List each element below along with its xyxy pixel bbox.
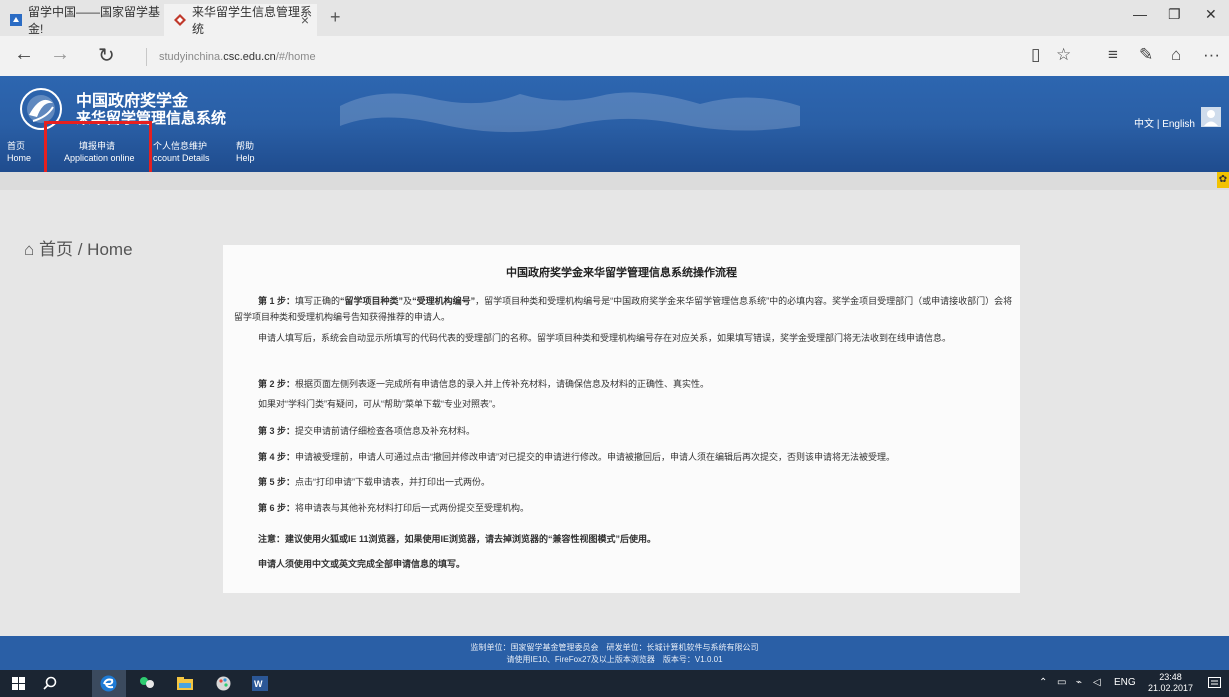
step-2: 第 2 步：根据页面左侧列表逐一完成所有申请信息的录入并上传补充材料，请确保信息… — [234, 376, 1018, 392]
breadcrumb: ⌂ 首页 / Home — [24, 235, 133, 260]
url-path: /#/home — [275, 51, 316, 63]
step-5: 第 5 步：点击“打印申请”下载申请表，并打印出一式两份。 — [234, 474, 1018, 490]
tab-close-icon[interactable]: × — [301, 12, 309, 28]
step-2-extra: 如果对“学科门类”有疑问，可从“帮助”菜单下载“专业对照表”。 — [258, 399, 501, 409]
network-icon[interactable]: ▭ — [1057, 677, 1066, 688]
nav-home[interactable]: 首页 Home — [7, 140, 31, 164]
step-6: 第 6 步：将申请表与其他补充材料打印后一式两份提交至受理机构。 — [234, 500, 1018, 516]
nav-account-details[interactable]: 个人信息维护 ccount Details — [153, 140, 210, 164]
step-2-text: 根据页面左侧列表逐一完成所有申请信息的录入并上传补充材料，请确保信息及材料的正确… — [295, 379, 710, 389]
tab-label: 来华留学生信息管理系统 — [192, 5, 313, 36]
restore-button[interactable]: ❐ — [1168, 6, 1181, 23]
step-5-lead: 第 5 步： — [258, 477, 296, 487]
nav-help-zh: 帮助 — [236, 141, 255, 151]
settings-gear-icon[interactable]: ✿ — [1217, 172, 1229, 188]
nav-account-zh: 个人信息维护 — [153, 141, 208, 151]
home-icon: ⌂ — [24, 240, 35, 259]
language-note-text: 申请人须使用中文或英文完成全部申请信息的填写。 — [258, 559, 466, 569]
language-switch[interactable]: 中文 | English — [1134, 115, 1195, 130]
nav-home-en: Home — [7, 153, 32, 163]
browser-note: 注意：建议使用火狐或IE 11浏览器，如果使用IE浏览器，请去掉浏览器的“兼容性… — [234, 531, 1018, 547]
world-map-decoration — [340, 92, 800, 133]
more-icon[interactable]: ··· — [1203, 45, 1220, 65]
browser-tab-bar: 留学中国——国家留学基金! 来华留学生信息管理系统 × + — ❐ ✕ — [0, 0, 1229, 36]
nav-help[interactable]: 帮助 Help — [236, 140, 255, 164]
site-header: 中国政府奖学金 来华留学管理信息系统 中文 | English 首页 Home … — [0, 76, 1229, 172]
power-icon[interactable]: ⌁ — [1076, 677, 1082, 688]
show-hidden-icons-icon[interactable]: ⌃ — [1039, 677, 1047, 688]
window-close-button[interactable]: ✕ — [1205, 6, 1217, 23]
footer-line-1: 监制单位：国家留学基金管理委员会 研发单位：长城计算机软件与系统有限公司 — [470, 643, 759, 652]
hub-icon[interactable]: ≡ — [1108, 45, 1118, 65]
step-1-mid: 及 — [403, 296, 413, 306]
language-note: 申请人须使用中文或英文完成全部申请信息的填写。 — [234, 556, 1018, 572]
edge-browser-icon[interactable] — [100, 675, 117, 692]
share-icon[interactable]: ⌂ — [1171, 45, 1181, 65]
nav-help-en: Help — [236, 153, 255, 163]
site-favicon-icon — [174, 14, 186, 26]
breadcrumb-text: 首页 / Home — [39, 240, 133, 259]
clock-date: 21.02.2017 — [1147, 683, 1193, 693]
footer-line-2: 请使用IE10、FireFox27及以上版本浏览器 版本号：V1.0.01 — [506, 655, 723, 664]
word-app-icon[interactable]: W — [252, 676, 268, 691]
browser-note-text: 注意：建议使用火狐或IE 11浏览器，如果使用IE浏览器，请去掉浏览器的“兼容性… — [258, 534, 657, 544]
minimize-button[interactable]: — — [1133, 6, 1147, 22]
step-2-lead: 第 2 步： — [258, 379, 296, 389]
step-4-text: 申请被受理前，申请人可通过点击“撤回并修改申请”对已提交的申请进行修改。申请被撤… — [295, 452, 896, 462]
site-footer: 监制单位：国家留学基金管理委员会 研发单位：长城计算机软件与系统有限公司 请使用… — [0, 636, 1229, 670]
step-1: 第 1 步：填写正确的“留学项目种类”及“受理机构编号”，留学项目种类和受理机构… — [234, 293, 1018, 325]
web-note-icon[interactable]: ✎ — [1139, 45, 1153, 65]
step-3-text: 提交申请前请仔细检查各项信息及补充材料。 — [295, 426, 476, 436]
system-clock[interactable]: 23:48 21.02.2017 — [1148, 672, 1193, 694]
url-field[interactable]: studyinchina.csc.edu.cn/#/home — [146, 48, 316, 66]
clock-time: 23:48 — [1159, 672, 1182, 682]
windows-start-icon[interactable] — [12, 677, 25, 690]
reading-view-icon[interactable]: ▯ — [1031, 45, 1040, 65]
windows-taskbar: W ⌃ ▭ ⌁ ◁ ENG 23:48 21.02.2017 — [0, 670, 1229, 697]
step-3-lead: 第 3 步： — [258, 426, 296, 436]
user-avatar-icon[interactable] — [1201, 107, 1221, 127]
step-4-lead: 第 4 步： — [258, 452, 296, 462]
instructions-card: 中国政府奖学金来华留学管理信息系统操作流程 第 1 步：填写正确的“留学项目种类… — [223, 245, 1020, 593]
step-6-lead: 第 6 步： — [258, 503, 296, 513]
step-1-bold-1: “留学项目种类” — [340, 296, 404, 306]
step-5-text: 点击“打印申请”下载申请表，并打印出一式两份。 — [295, 477, 491, 487]
search-icon[interactable] — [43, 676, 57, 690]
refresh-button[interactable]: ↻ — [98, 43, 115, 68]
nav-account-en: ccount Details — [153, 153, 210, 163]
url-prefix: studyinchina. — [159, 51, 224, 63]
paint-app-icon[interactable] — [215, 675, 232, 692]
file-explorer-icon[interactable] — [177, 676, 193, 691]
input-language[interactable]: ENG — [1114, 677, 1136, 688]
step-1-pre: 填写正确的 — [295, 296, 341, 306]
back-button[interactable]: ← — [14, 43, 34, 66]
step-4: 第 4 步：申请被受理前，申请人可通过点击“撤回并修改申请”对已提交的申请进行修… — [234, 449, 1018, 465]
step-6-text: 将申请表与其他补充材料打印后一式两份提交至受理机构。 — [295, 503, 530, 513]
browser-tab-system[interactable]: 来华留学生信息管理系统 × — [164, 4, 317, 36]
forward-button[interactable]: → — [50, 43, 70, 66]
nav-home-zh: 首页 — [7, 141, 26, 151]
notification-center-icon[interactable] — [1208, 677, 1221, 690]
settings-strip: ✿ — [0, 172, 1229, 190]
people-app-icon[interactable] — [139, 676, 155, 691]
step-1-bold-2: “受理机构编号” — [412, 296, 476, 306]
edge-page-icon — [10, 14, 22, 26]
volume-icon[interactable]: ◁ — [1093, 677, 1101, 688]
url-domain: csc.edu.cn — [223, 51, 276, 63]
svg-text:W: W — [254, 679, 263, 689]
favorite-star-icon[interactable]: ☆ — [1056, 45, 1071, 65]
browser-tab-csc[interactable]: 留学中国——国家留学基金! — [0, 4, 163, 36]
step-1-extra: 申请人填写后，系统会自动显示所填写的代码代表的受理部门的名称。留学项目种类和受理… — [258, 333, 952, 343]
new-tab-button[interactable]: + — [330, 7, 341, 28]
step-3: 第 3 步：提交申请前请仔细检查各项信息及补充材料。 — [234, 423, 1018, 439]
tab-label: 留学中国——国家留学基金! — [28, 5, 161, 36]
card-title: 中国政府奖学金来华留学管理信息系统操作流程 — [506, 267, 737, 279]
address-bar: ← → ↻ studyinchina.csc.edu.cn/#/home ▯ ☆… — [0, 36, 1229, 76]
step-1-lead: 第 1 步： — [258, 296, 296, 306]
